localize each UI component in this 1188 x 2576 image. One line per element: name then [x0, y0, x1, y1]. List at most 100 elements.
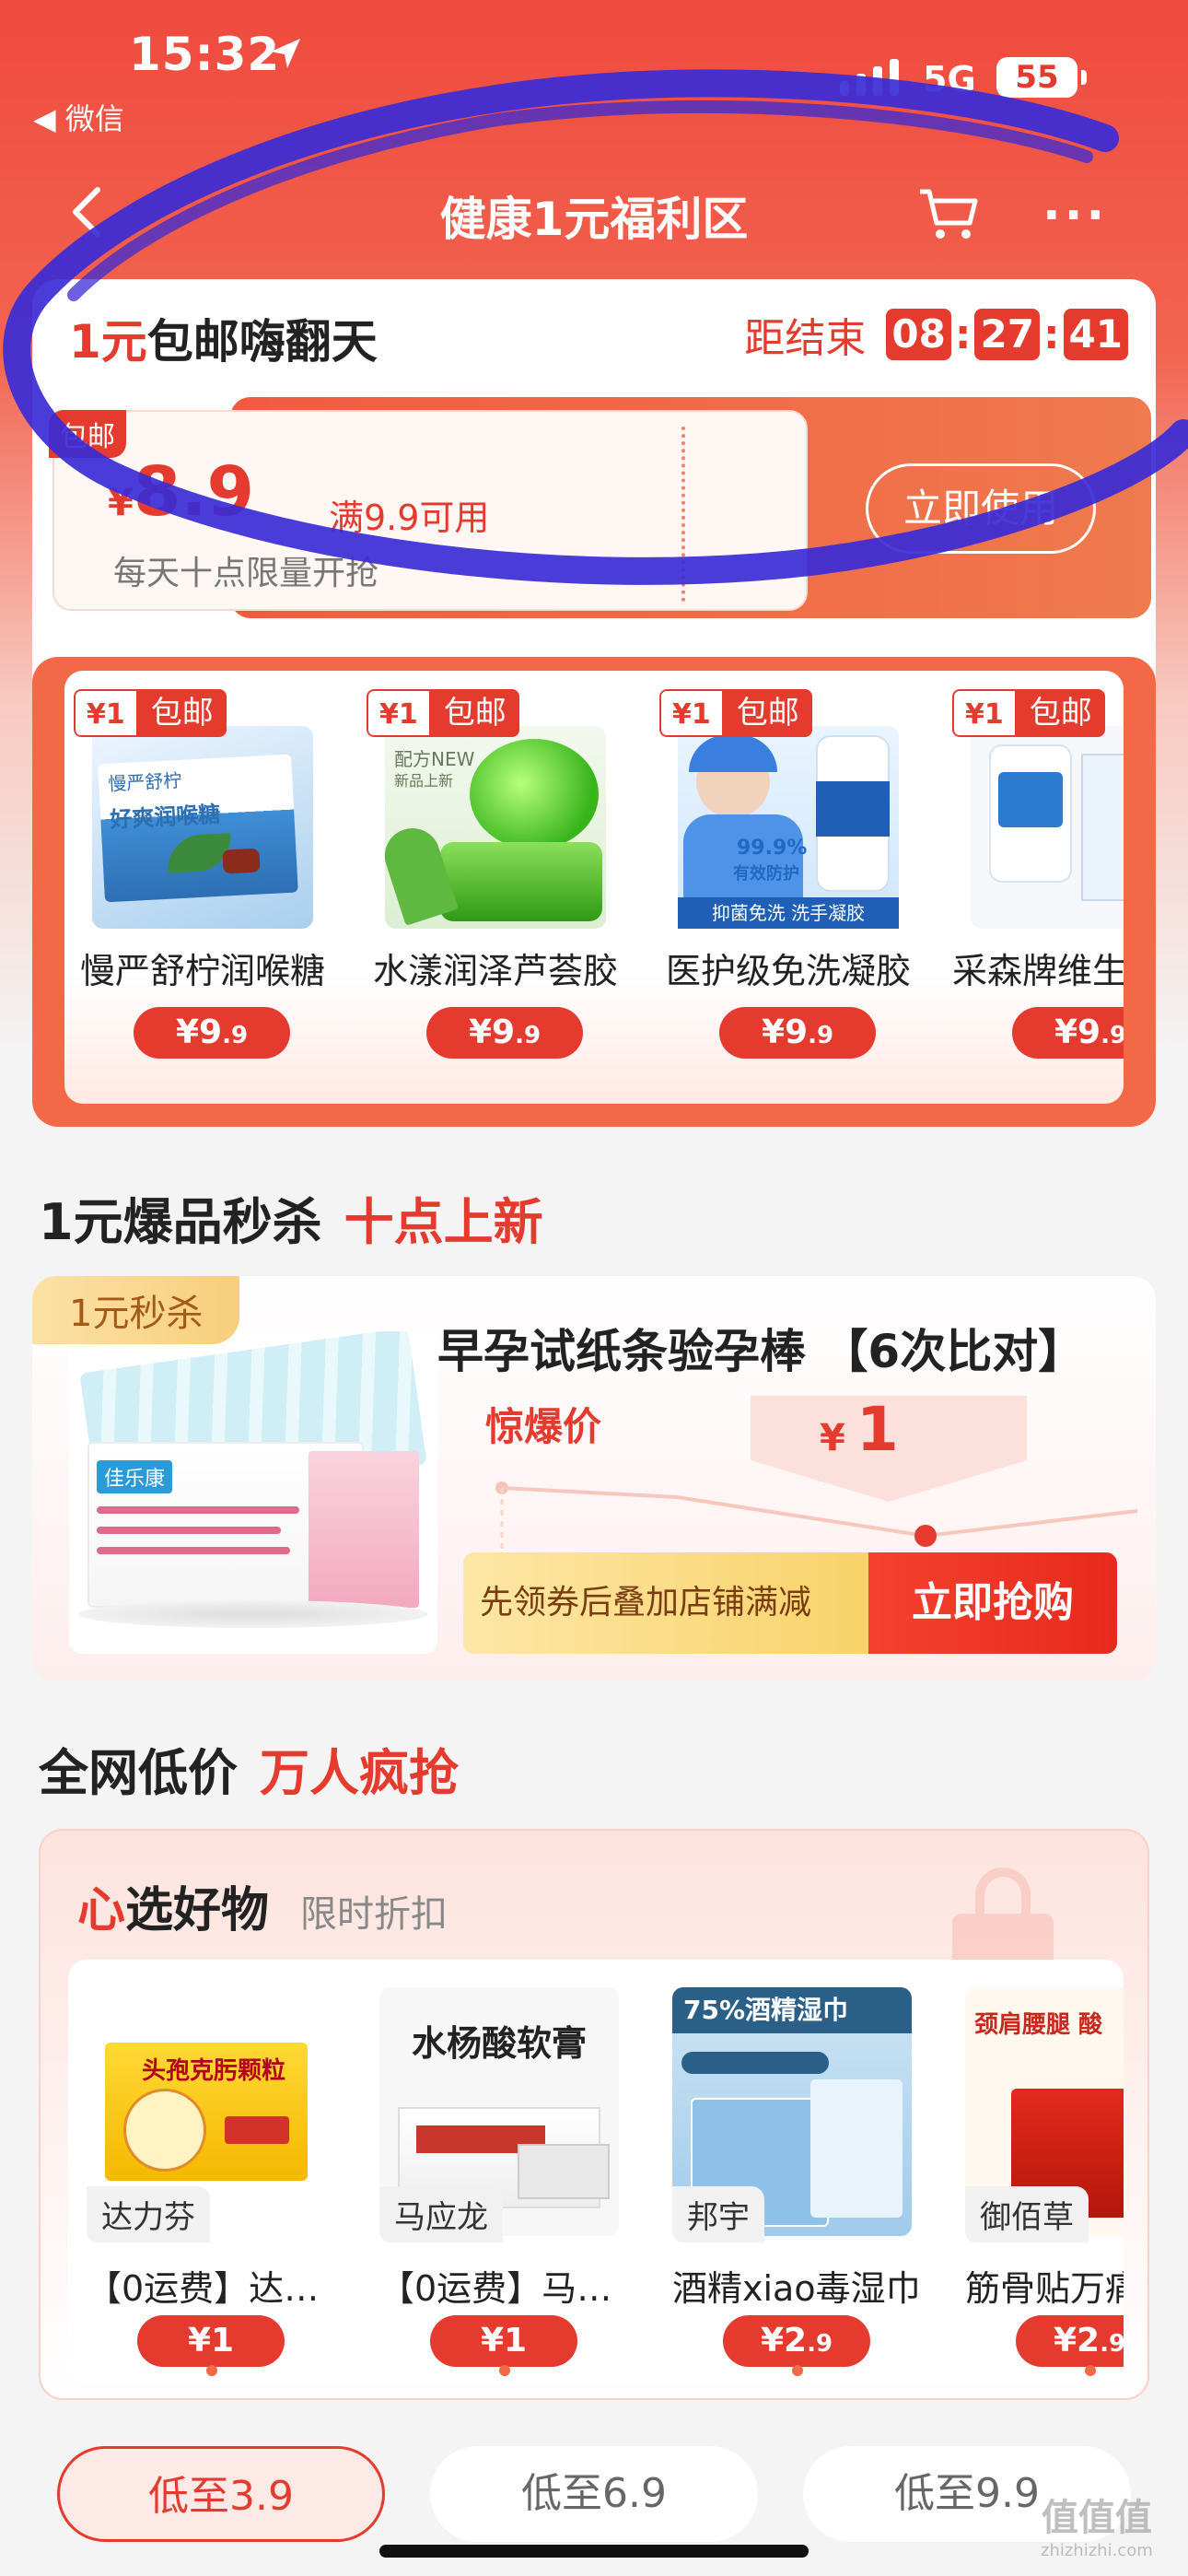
- price-dot: [206, 2365, 217, 2376]
- product-name: 医护级免洗凝胶: [665, 951, 911, 991]
- product-price-button[interactable]: ¥9.9: [426, 1007, 583, 1059]
- badge-price: ¥1: [74, 689, 138, 737]
- item-price-button[interactable]: ¥1: [430, 2315, 577, 2367]
- signal-icon: [840, 59, 899, 96]
- item-name: 筋骨贴万痛筋骨贴: [965, 2268, 1124, 2309]
- p3-percent-sub: 有效防护: [733, 864, 799, 884]
- price-decimal: .9: [808, 1022, 834, 1049]
- status-bar: 15:32 ◀ 微信 5G 55: [0, 0, 1188, 138]
- flash-sale-heading: 1元爆品秒杀 十点上新: [39, 1181, 543, 1254]
- flash-image-brand: 佳乐康: [97, 1460, 173, 1493]
- back-to-app-link[interactable]: ◀ 微信: [33, 96, 124, 138]
- product-card[interactable]: 慢严舒柠 好爽润喉糖 ¥1 包邮 慢严舒柠润喉糖 ¥9.9: [64, 671, 332, 1104]
- coupon-divider: [681, 427, 685, 602]
- heading-text: 全网低价: [39, 1744, 238, 1802]
- price-decimal: .9: [1101, 1022, 1124, 1049]
- cart-icon[interactable]: [916, 184, 981, 243]
- good-item[interactable]: 水杨酸软膏 马应龙 【0运费】马应龙水杨酸软膏 ¥1: [361, 1987, 637, 2376]
- price-tab-3-9[interactable]: 低至3.9: [57, 2446, 385, 2542]
- price-main: ¥9: [175, 1013, 223, 1051]
- price-main: ¥9: [761, 1013, 809, 1051]
- item-image-text: 颈肩腰腿 酸: [974, 2011, 1103, 2039]
- coupon-section: 1元包邮嗨翻天 距结束 08: 27: 41 包邮 ¥8.9 满9.9可用 每天…: [32, 279, 1156, 1127]
- coupon-section-title: 1元包邮嗨翻天: [69, 305, 378, 371]
- product-card[interactable]: ¥1包邮 采森牌维生素 ¥9.9: [943, 671, 1124, 1104]
- price-main: ¥9: [468, 1013, 516, 1051]
- flash-price-value: 1: [856, 1394, 899, 1465]
- home-indicator[interactable]: [379, 2545, 809, 2558]
- product-image-gel: 99.9% 有效防护 抑菌免洗 洗手凝胶: [678, 726, 899, 929]
- product-badge: ¥1 包邮: [659, 689, 812, 737]
- flash-product-title: 早孕试纸条验孕棒 【6次比对】: [437, 1325, 1085, 1378]
- item-name: 【0运费】达力芬头孢克肟颗粒: [87, 2268, 344, 2309]
- product-name: 采森牌维生素: [952, 951, 1124, 991]
- product-price-button[interactable]: ¥9.9: [1012, 1007, 1124, 1059]
- good-picks-list[interactable]: 头孢克肟颗粒 达力芬 【0运费】达力芬头孢克肟颗粒 ¥1 水杨酸软膏 马应龙 【…: [68, 1960, 1124, 2383]
- p3-strip-text: 抑菌免洗 洗手凝胶: [678, 897, 899, 929]
- item-name: 【0运费】马应龙水杨酸软膏: [379, 2268, 637, 2309]
- item-price-button[interactable]: ¥1: [137, 2315, 285, 2367]
- price-main: ¥1: [480, 2322, 528, 2359]
- price-main: ¥9: [1054, 1013, 1101, 1051]
- item-brand: 邦宇: [672, 2186, 764, 2242]
- page-title: 健康1元福利区: [439, 193, 749, 246]
- item-price-button[interactable]: ¥2.9: [723, 2315, 870, 2367]
- countdown-minutes: 27: [974, 309, 1040, 360]
- watermark-text: 值值值: [1041, 2497, 1152, 2539]
- product-price-button[interactable]: ¥9.9: [134, 1007, 290, 1059]
- low-price-heading: 全网低价 万人疯抢: [39, 1732, 459, 1805]
- item-price-button[interactable]: ¥2.9: [1016, 2315, 1124, 2367]
- use-coupon-button[interactable]: 立即使用: [866, 463, 1096, 554]
- flash-product-image: 佳乐康: [69, 1331, 437, 1654]
- price-dot: [792, 2365, 803, 2376]
- countdown-hours: 08: [886, 309, 951, 360]
- price-tab-6-9[interactable]: 低至6.9: [430, 2446, 758, 2542]
- status-time: 15:32: [129, 28, 281, 81]
- item-brand: 马应龙: [379, 2186, 503, 2242]
- good-picks-title: 心选好物: [77, 1871, 269, 1940]
- flash-promo-text: 先领券后叠加店铺满减: [463, 1552, 868, 1654]
- p2-sub-text: 新品上新: [394, 772, 454, 790]
- more-options-icon[interactable]: ···: [1042, 188, 1108, 243]
- product-name: 水漾润泽芦荟胶: [372, 951, 618, 991]
- badge-label: 包邮: [1016, 689, 1105, 737]
- location-arrow-icon: [271, 39, 300, 68]
- product-price-button[interactable]: ¥9.9: [719, 1007, 876, 1059]
- badge-label: 包邮: [723, 689, 812, 737]
- flash-sale-card[interactable]: 佳乐康 1元秒杀 早孕试纸条验孕棒 【6次比对】 惊爆价 ¥1 先领券后叠加店铺…: [32, 1276, 1156, 1681]
- flash-tag: 1元秒杀: [32, 1276, 240, 1344]
- flash-buy-bar[interactable]: 先领券后叠加店铺满减 立即抢购: [463, 1552, 1117, 1654]
- price-decimal: .9: [807, 2330, 833, 2358]
- countdown-timer: 距结束 08: 27: 41: [744, 305, 1128, 364]
- title-prefix: 1元: [69, 315, 147, 369]
- buy-now-button[interactable]: 立即抢购: [868, 1552, 1117, 1654]
- item-image-text: 头孢克肟颗粒: [142, 2057, 286, 2085]
- good-item[interactable]: 75%酒精湿巾 邦宇 酒精xiao毒湿巾 ¥2.9: [654, 1987, 930, 2376]
- watermark-sub: zhizhizhi.com: [1041, 2541, 1153, 2560]
- good-item[interactable]: 头孢克肟颗粒 达力芬 【0运费】达力芬头孢克肟颗粒 ¥1: [68, 1987, 344, 2376]
- price-decimal: .9: [515, 1022, 542, 1049]
- product-card[interactable]: 配方NEW 新品上新 ¥1 包邮 水漾润泽芦荟胶 ¥9.9: [357, 671, 624, 1104]
- price-dot: [499, 2365, 510, 2376]
- heading-text: 1元爆品秒杀: [39, 1193, 322, 1251]
- badge-price: ¥1: [367, 689, 431, 737]
- flash-price-label: 惊爆价: [485, 1404, 602, 1449]
- product-image-aloe: 配方NEW 新品上新: [378, 726, 606, 929]
- product-strip-inner[interactable]: 慢严舒柠 好爽润喉糖 ¥1包邮 慢严舒柠润喉糖 ¥9.9 配方NEW 新品上新: [64, 671, 1124, 1104]
- watermark-logo: 值值值 zhizhizhi.com: [1041, 2488, 1153, 2560]
- countdown-seconds: 41: [1063, 309, 1128, 360]
- product-image-vitamin: [971, 726, 1124, 929]
- product-badge: ¥1 包邮: [74, 689, 227, 737]
- product-strip: 慢严舒柠 好爽润喉糖 ¥1包邮 慢严舒柠润喉糖 ¥9.9 配方NEW 新品上新: [32, 657, 1156, 1127]
- badge-label: 包邮: [430, 689, 519, 737]
- product-card[interactable]: 99.9% 有效防护 抑菌免洗 洗手凝胶 ¥1 包邮 医护级免洗凝胶 ¥9.9: [650, 671, 917, 1104]
- badge-price: ¥1: [659, 689, 724, 737]
- good-item[interactable]: 颈肩腰腿 酸 御佰草 筋骨贴万痛筋骨贴 ¥2.9: [947, 1987, 1124, 2376]
- good-picks-subtitle: 限时折扣: [300, 1893, 448, 1936]
- heading-highlight: 万人疯抢: [260, 1744, 459, 1802]
- network-type: 5G: [923, 59, 976, 100]
- title-rest: 选好物: [125, 1883, 270, 1938]
- countdown-label: 距结束: [744, 315, 867, 362]
- coupon-condition: 满9.9可用: [329, 498, 490, 538]
- badge-label: 包邮: [137, 689, 227, 737]
